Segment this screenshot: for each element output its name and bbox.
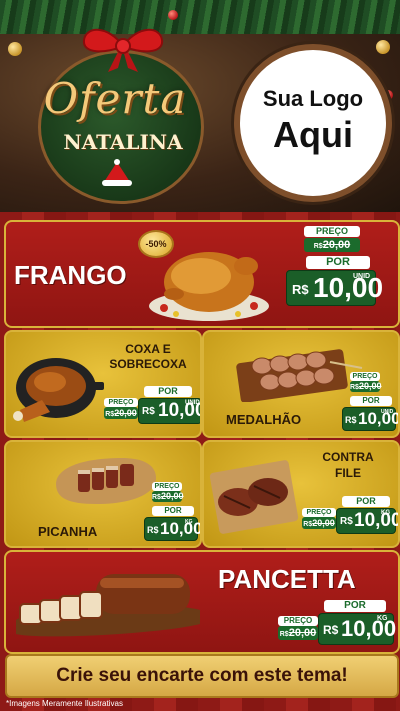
product-name-line1: CONTRA xyxy=(322,450,374,464)
old-price: R$20,00 xyxy=(104,407,138,419)
promo-price: R$ 10,00 KG xyxy=(144,517,200,541)
price-unit: KG xyxy=(381,510,390,516)
chicken-pan-image xyxy=(13,358,104,422)
por-label: POR xyxy=(306,256,370,269)
product-name-line2: SOBRECOXA xyxy=(109,357,187,371)
product-name: PANCETTA xyxy=(218,564,356,594)
old-price: R$20,00 xyxy=(152,491,184,502)
por-label: POR xyxy=(152,506,194,516)
old-price-currency: R$ xyxy=(152,494,161,501)
product-name: MEDALHÃO xyxy=(226,412,302,427)
cta-text: Crie seu encarte com este tema! xyxy=(56,665,348,686)
old-price-currency: R$ xyxy=(105,411,115,418)
por-label: POR xyxy=(324,600,386,612)
natalina-subtitle: NATALINA xyxy=(63,130,183,154)
price-currency: R$ xyxy=(323,623,339,637)
price-currency: R$ xyxy=(345,415,357,425)
price-currency: R$ xyxy=(292,282,309,297)
old-price-currency: R$ xyxy=(279,631,289,638)
price-value: 10,00 xyxy=(160,519,202,538)
pine-garland xyxy=(0,0,400,34)
price-label: PREÇO xyxy=(278,616,318,626)
promo-price: R$ 10,00 KG xyxy=(318,613,396,645)
price-currency: R$ xyxy=(147,525,159,535)
product-name: FRANGO xyxy=(14,260,127,290)
ornament-icon xyxy=(376,40,390,54)
price-label: PREÇO xyxy=(350,372,380,381)
promo-price: R$ 10,00 UNID xyxy=(138,398,200,424)
product-card-frango[interactable]: FRANGO -50% PREÇO R$20,00 POR R$ 10,00 U… xyxy=(4,220,400,328)
price-value: 10,00 xyxy=(358,409,400,428)
medalhao-skewers-image xyxy=(236,349,363,402)
promo-price: R$ 10,00 KG xyxy=(336,508,398,534)
old-price: R$20,00 xyxy=(278,626,318,640)
old-price: R$20,00 xyxy=(302,517,336,529)
ornament-icon xyxy=(8,42,22,56)
old-price-value: 20,00 xyxy=(114,408,137,418)
old-price-value: 20,00 xyxy=(312,518,335,528)
por-label: POR xyxy=(350,396,392,406)
old-price: R$20,00 xyxy=(304,238,360,252)
old-price-value: 20,00 xyxy=(288,627,317,639)
old-price-value: 20,00 xyxy=(322,239,351,251)
por-label: POR xyxy=(342,496,390,507)
old-price-currency: R$ xyxy=(350,384,359,391)
picanha-board-image xyxy=(56,458,156,504)
product-card-medalhao[interactable]: MEDALHÃO PREÇO R$20,00 POR R$ 10,00 UNID xyxy=(202,330,400,438)
roast-chicken-image xyxy=(149,252,269,321)
product-card-contrafile[interactable]: CONTRA FILE POR PREÇO R$20,00 R$ 10,00 K… xyxy=(202,440,400,548)
price-label: PREÇO xyxy=(302,508,336,517)
santa-hat-icon xyxy=(102,159,132,186)
red-bow-icon xyxy=(82,28,164,72)
price-label: PREÇO xyxy=(152,482,182,491)
price-currency: R$ xyxy=(142,406,155,417)
contrafile-board-image xyxy=(209,460,299,534)
price-label: PREÇO xyxy=(104,398,138,407)
price-unit: UNID xyxy=(185,400,200,406)
old-price: R$20,00 xyxy=(350,381,382,392)
old-price-value: 20,00 xyxy=(160,491,184,501)
price-unit: UNID xyxy=(381,409,394,415)
ornament-icon xyxy=(168,10,178,20)
product-card-pancetta[interactable]: PANCETTA POR PREÇO R$20,00 R$ 10,00 KG xyxy=(4,550,400,654)
price-unit: KG xyxy=(377,615,388,622)
product-name-line1: COXA E xyxy=(125,342,171,356)
por-label: POR xyxy=(144,386,192,397)
disclaimer-text: *Imagens Meramente Ilustrativas xyxy=(6,699,123,708)
logo-placeholder: Sua Logo Aqui xyxy=(234,44,392,202)
logo-text-line2: Aqui xyxy=(273,114,353,155)
price-value: 10,00 xyxy=(354,510,400,531)
price-unit: UNID xyxy=(353,273,371,280)
product-card-picanha[interactable]: PICANHA PREÇO R$20,00 POR R$ 10,00 KG xyxy=(4,440,202,548)
cta-banner[interactable]: Crie seu encarte com este tema! xyxy=(5,654,399,698)
price-label: PREÇO xyxy=(304,226,360,237)
logo-text-line1: Sua Logo xyxy=(262,86,364,111)
product-name: PICANHA xyxy=(38,524,98,539)
promo-price: R$ 10,00 UNID xyxy=(342,407,398,431)
product-name-line2: FILE xyxy=(335,466,361,480)
header-banner: Oferta NATALINA Sua Logo Aqui xyxy=(0,0,400,215)
oferta-title: Oferta xyxy=(43,74,187,123)
price-unit: KG xyxy=(185,519,193,525)
old-price-currency: R$ xyxy=(313,243,323,250)
promo-price: R$ 10,00 UNID xyxy=(286,270,383,306)
pancetta-board-image xyxy=(16,574,200,637)
product-card-coxa[interactable]: COXA E SOBRECOXA POR PREÇO R$20,00 R$ 10… xyxy=(4,330,202,438)
price-currency: R$ xyxy=(340,516,353,527)
price-value: 10,00 xyxy=(313,272,384,303)
old-price-value: 20,00 xyxy=(358,381,382,391)
old-price-currency: R$ xyxy=(303,521,313,528)
